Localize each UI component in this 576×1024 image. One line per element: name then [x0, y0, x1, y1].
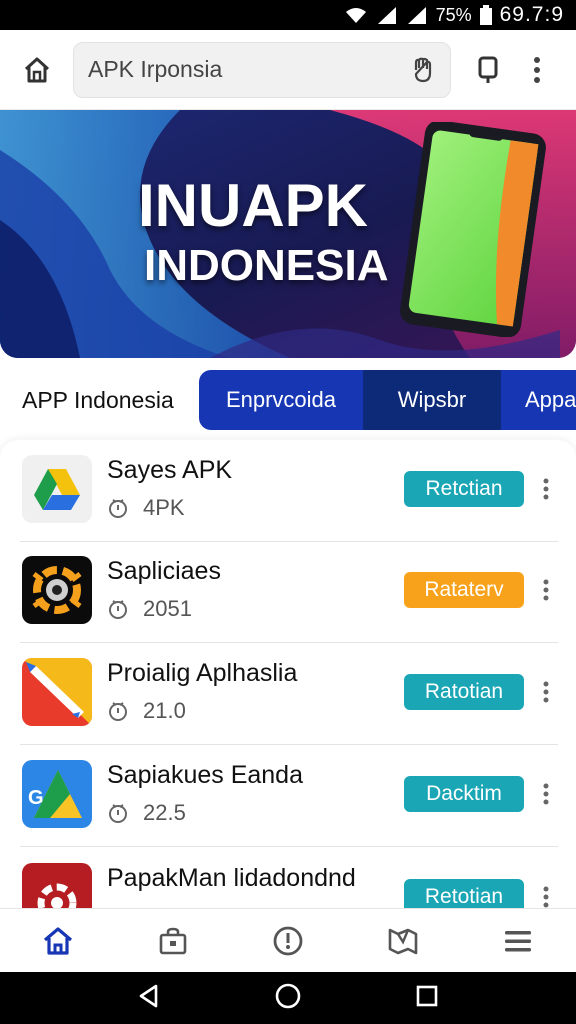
wifi-icon [344, 5, 368, 25]
app-meta: 22.5 [107, 800, 186, 826]
download-count-icon [109, 499, 127, 518]
red-gear-icon[interactable] [22, 863, 92, 910]
compass-icon [273, 926, 303, 955]
banner-title-line2: INDONESIA [144, 241, 389, 290]
app-name[interactable]: Sapliciaes [107, 557, 221, 586]
bottom-navigation [0, 908, 576, 972]
pencil-note-icon[interactable] [22, 658, 92, 726]
more-vert-icon[interactable] [538, 779, 554, 809]
tab-enprvcoida[interactable]: Enprvcoida [199, 370, 363, 430]
drive-triangle-icon[interactable] [22, 455, 92, 523]
app-meta-value: 22.5 [143, 800, 186, 825]
browser-toolbar: APK Irponsia [0, 30, 576, 110]
orange-gear-icon[interactable] [22, 556, 92, 624]
app-meta: 4PK [107, 495, 185, 521]
signal-icon [376, 5, 398, 25]
banner-title-line1: INUAPK [138, 172, 369, 239]
system-navigation-bar [0, 972, 576, 1024]
app-name[interactable]: PapakMan lidadondnd [107, 864, 356, 893]
bookmark-button[interactable] [473, 50, 503, 90]
list-item[interactable]: PapakMan lidadondnd Retotian [0, 848, 576, 910]
home-circle-icon[interactable] [274, 982, 302, 1015]
back-icon[interactable] [137, 983, 161, 1014]
app-list: Sayes APK 4PK Retctian Sapliciaes 2051 R… [0, 440, 576, 910]
app-meta-value: 4PK [143, 495, 185, 520]
nav-store[interactable] [115, 909, 230, 972]
download-count-icon [109, 804, 127, 823]
nav-explore[interactable] [230, 909, 345, 972]
category-tabs: Enprvcoida Wipsbr Appa [199, 370, 576, 430]
app-action-button[interactable]: Retotian [404, 879, 524, 910]
status-bar: 75% 69.7:9 [0, 0, 576, 30]
download-count-icon [109, 600, 127, 619]
more-vert-icon[interactable] [538, 575, 554, 605]
maps-g-icon[interactable]: G [22, 760, 92, 828]
recents-icon[interactable] [415, 984, 439, 1013]
nav-menu[interactable] [461, 909, 576, 972]
home-button[interactable] [17, 50, 57, 90]
divider [20, 846, 558, 847]
app-meta-value: 21.0 [143, 698, 186, 723]
banner-title: INUAPK INDONESIA [138, 176, 388, 288]
app-action-button[interactable]: Dacktim [404, 776, 524, 812]
tab-wipsbr[interactable]: Wipsbr [363, 370, 501, 430]
app-action-button[interactable]: Rataterv [404, 572, 524, 608]
clock: 69.7:9 [499, 3, 564, 26]
nav-home[interactable] [0, 909, 115, 972]
more-vert-icon [534, 56, 540, 83]
section-label: APP Indonesia [22, 387, 174, 413]
more-vert-icon[interactable] [538, 474, 554, 504]
app-action-button[interactable]: Ratotian [404, 674, 524, 710]
battery-icon [479, 5, 492, 25]
hamburger-menu-icon [505, 930, 532, 951]
app-meta: 2051 [107, 596, 192, 622]
more-vert-icon[interactable] [538, 882, 554, 910]
app-meta-value: 2051 [143, 596, 192, 621]
url-bar[interactable]: APK Irponsia [73, 41, 451, 98]
nav-map[interactable] [346, 909, 461, 972]
list-item[interactable]: Proialig Aplhaslia 21.0 Ratotian [0, 643, 576, 745]
phone-illustration [400, 122, 546, 337]
home-icon [43, 926, 72, 955]
shopping-bag-icon [159, 927, 187, 954]
signal-icon-2 [406, 5, 428, 25]
category-row: APP Indonesia Enprvcoida Wipsbr Appa [0, 370, 576, 430]
app-name[interactable]: Proialig Aplhaslia [107, 659, 297, 688]
voice-search-icon[interactable] [406, 53, 440, 87]
app-meta: 21.0 [107, 698, 186, 724]
tab-appa[interactable]: Appa [501, 370, 576, 430]
download-count-icon [109, 702, 127, 721]
map-icon [388, 928, 418, 954]
hero-banner[interactable]: INUAPK INDONESIA [0, 110, 576, 358]
bookmark-icon [478, 56, 498, 83]
app-name[interactable]: Sayes APK [107, 456, 232, 485]
overflow-menu-button[interactable] [527, 50, 547, 90]
more-vert-icon[interactable] [538, 677, 554, 707]
list-item[interactable]: G Sapiakues Eanda 22.5 Dacktim [0, 745, 576, 847]
url-text[interactable]: APK Irponsia [88, 56, 406, 83]
home-icon [24, 57, 50, 82]
list-item[interactable]: Sapliciaes 2051 Rataterv [0, 541, 576, 643]
svg-text:G: G [28, 787, 44, 809]
battery-percentage: 75% [435, 4, 472, 25]
app-action-button[interactable]: Retctian [404, 471, 524, 507]
list-item[interactable]: Sayes APK 4PK Retctian [0, 440, 576, 542]
app-name[interactable]: Sapiakues Eanda [107, 761, 303, 790]
